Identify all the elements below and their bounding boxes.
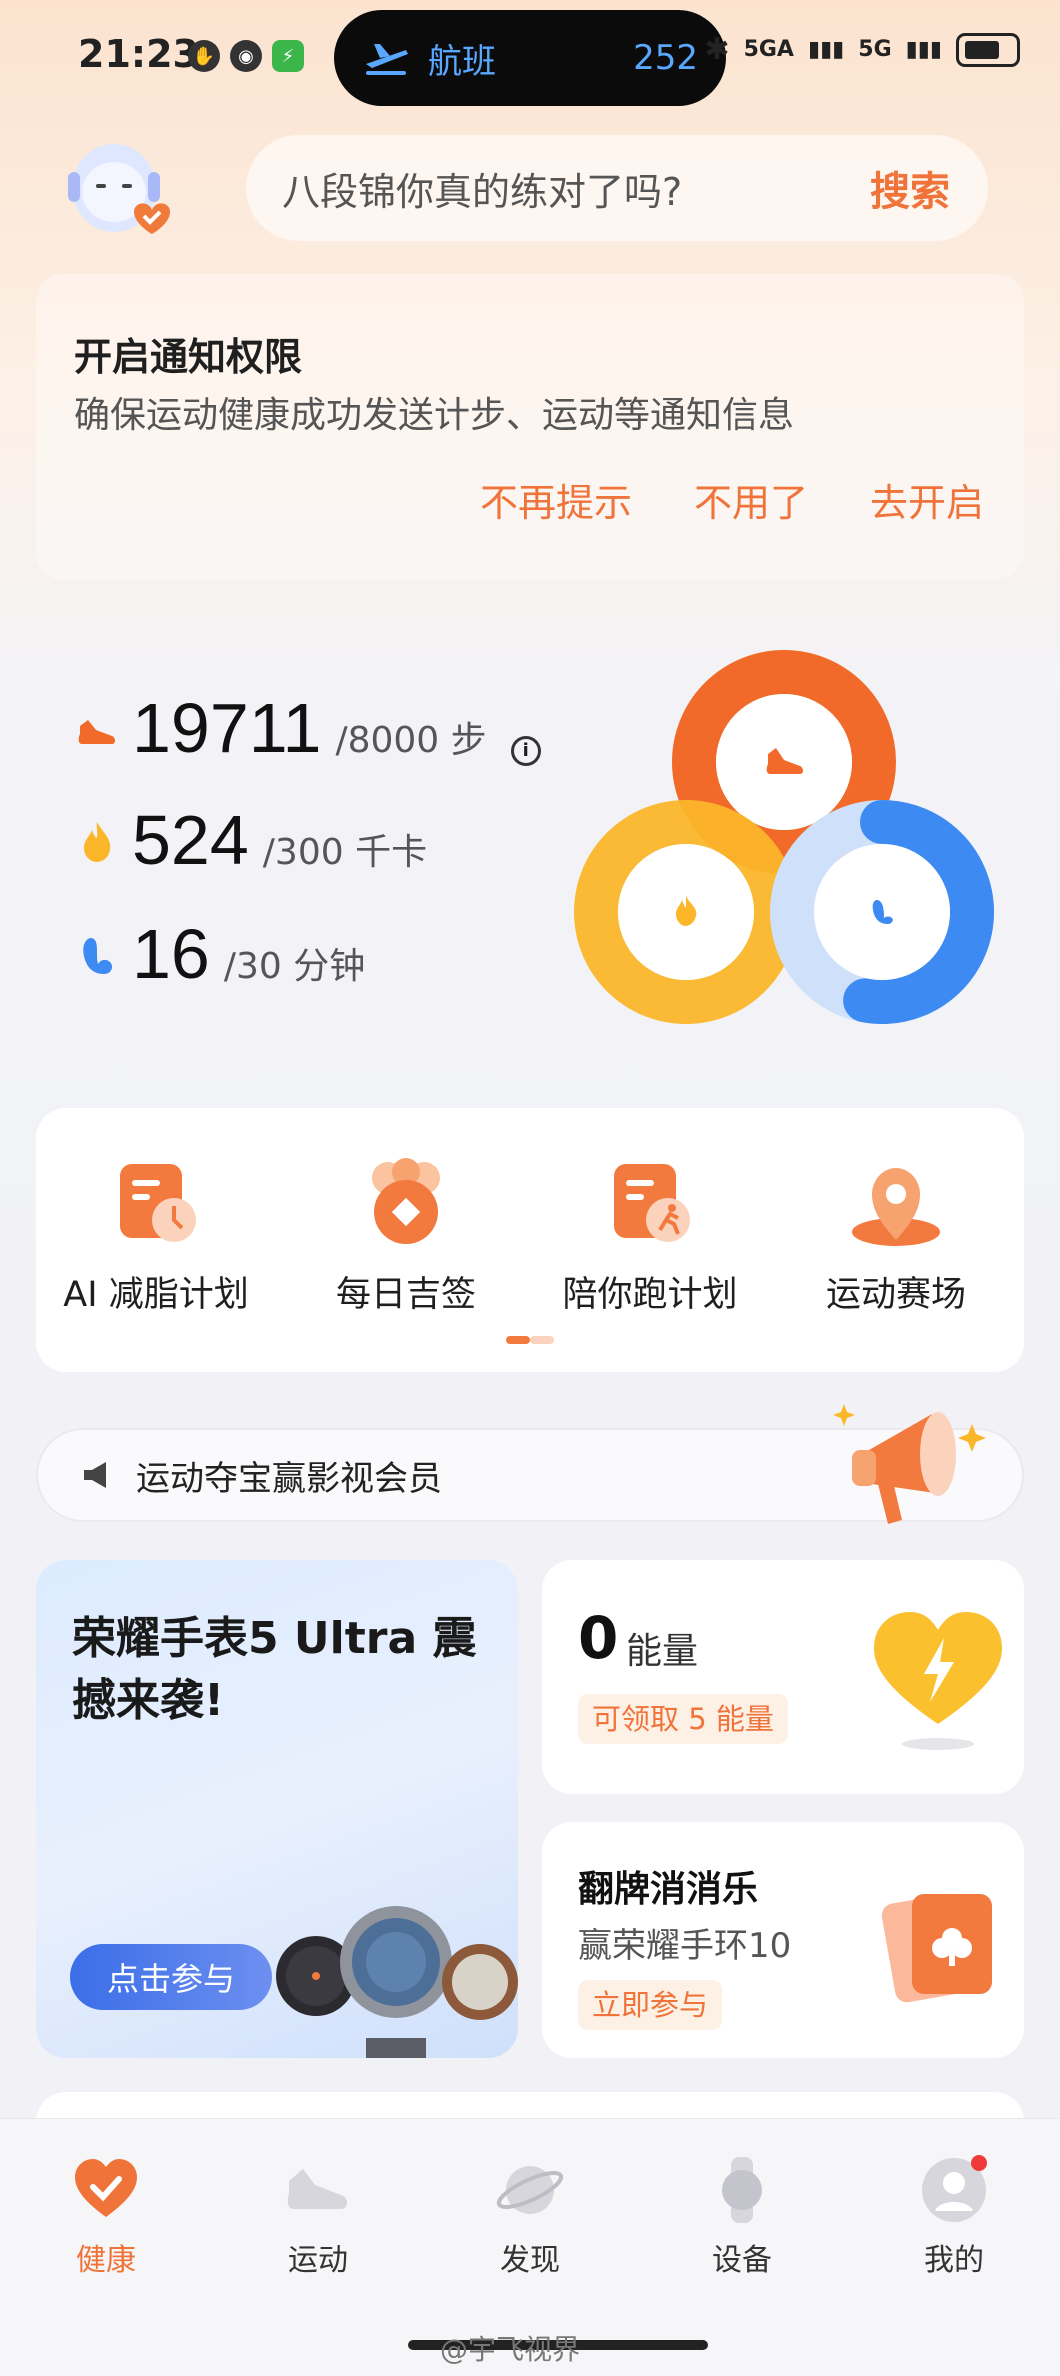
speaker-icon (84, 1462, 106, 1488)
feature-label: 每日吉签 (335, 1275, 476, 1315)
feature-label: 陪你跑计划 (562, 1275, 738, 1315)
bluetooth-icon: ✱ (704, 32, 730, 67)
notification-permission-card: 开启通知权限 确保运动健康成功发送计步、运动等通知信息 不再提示 不用了 去开启 (36, 274, 1024, 580)
no-thanks-button[interactable]: 不用了 (694, 472, 808, 527)
gesture-icon: ✋ (188, 40, 220, 72)
ai-plan-icon (120, 1164, 196, 1242)
signal-5ga: 5GA (743, 37, 794, 62)
heart-tab-icon (75, 2159, 137, 2217)
dont-remind-button[interactable]: 不再提示 (480, 472, 632, 527)
tab-label: 健康 (76, 2243, 136, 2278)
join-now-badge[interactable]: 立即参与 (578, 1980, 723, 2030)
card-deck-icon (881, 1893, 992, 2003)
banner-text: 运动夺宝赢影视会员 (136, 1458, 442, 1499)
feature-run-plan[interactable]: 陪你跑计划 (530, 1156, 770, 1317)
flame-icon (84, 822, 111, 862)
feature-grid: AI 减脂计划 每日吉签 陪你跑计划 运动赛场 (36, 1108, 1024, 1372)
page-indicator (506, 1336, 554, 1344)
notice-title: 开启通知权限 (74, 335, 303, 379)
minutes-value: 16 (132, 915, 210, 993)
promo-title: 荣耀手表5 Ultra 震撼来袭! (72, 1613, 477, 1726)
feature-ai-plan[interactable]: AI 减脂计划 (36, 1156, 276, 1317)
minutes-stat[interactable]: 16 /30 分钟 (76, 914, 365, 994)
tab-label: 运动 (288, 2243, 348, 2278)
app-notification-icon: ⚡ (272, 40, 304, 72)
muscle-icon (83, 938, 112, 974)
tab-health[interactable]: 健康 (0, 2155, 212, 2279)
watch-tab-icon (722, 2157, 762, 2223)
game-subtitle: 赢荣耀手环10 (578, 1926, 792, 1966)
calories-ring (574, 800, 798, 1024)
tab-label: 我的 (924, 2243, 984, 2278)
planet-tab-icon (496, 2166, 564, 2214)
card-game-card[interactable]: 翻牌消消乐 赢荣耀手环10 立即参与 (542, 1822, 1024, 2058)
participate-button[interactable]: 点击参与 (70, 1944, 272, 2010)
notice-actions: 不再提示 不用了 去开启 (480, 472, 984, 527)
megaphone-icon (833, 1404, 986, 1524)
shoe-icon (78, 720, 115, 744)
feature-daily-fortune[interactable]: 每日吉签 (286, 1156, 526, 1317)
run-plan-icon (614, 1164, 690, 1242)
minutes-goal: /30 分钟 (223, 946, 366, 987)
game-title: 翻牌消消乐 (578, 1869, 759, 1910)
feature-label: AI 减脂计划 (63, 1275, 249, 1315)
search-button[interactable]: 搜索 (870, 159, 950, 217)
notice-description: 确保运动健康成功发送计步、运动等通知信息 (74, 395, 795, 436)
tab-me[interactable]: 我的 (848, 2155, 1060, 2279)
tab-label: 发现 (500, 2243, 560, 2278)
calories-goal: /300 千卡 (262, 832, 428, 873)
flight-value: 252 (633, 38, 698, 78)
search-bar[interactable]: 八段锦你真的练对了吗? 搜索 (246, 135, 988, 241)
assistant-avatar-icon[interactable] (64, 132, 188, 244)
steps-goal: /8000 步 (335, 720, 487, 761)
sneaker-tab-icon (287, 2169, 347, 2209)
status-indicators: ✱ 5GA ▮▮▮ 5G ▮▮▮ (704, 32, 1020, 67)
search-placeholder[interactable]: 八段锦你真的练对了吗? (282, 161, 682, 216)
watch-promo-card[interactable]: 荣耀手表5 Ultra 震撼来袭! 点击参与 (36, 1560, 518, 2058)
page-dot (530, 1336, 554, 1344)
daily-fortune-icon (372, 1158, 440, 1244)
page-dot-active (506, 1336, 530, 1344)
energy-heart-icon (874, 1612, 1002, 1750)
tab-devices[interactable]: 设备 (636, 2155, 848, 2279)
watermark: @宇飞视界 (440, 2333, 581, 2366)
status-time: 21:23 (78, 32, 199, 76)
arena-icon (852, 1168, 940, 1246)
tab-discover[interactable]: 发现 (424, 2155, 636, 2279)
steps-value: 19711 (132, 689, 322, 767)
battery-icon (956, 32, 1020, 67)
claim-energy-badge[interactable]: 可领取 5 能量 (578, 1694, 788, 1744)
feature-label: 运动赛场 (825, 1275, 966, 1315)
minutes-ring (770, 800, 994, 1024)
energy-unit: 能量 (626, 1631, 699, 1672)
tab-label: 设备 (712, 2243, 772, 2278)
signal-bars-icon: ▮▮▮ (807, 37, 845, 62)
calories-value: 524 (132, 801, 249, 879)
profile-tab-icon (922, 2155, 987, 2222)
signal-bars-icon-2: ▮▮▮ (905, 37, 942, 62)
calories-stat[interactable]: 524 /300 千卡 (76, 800, 427, 880)
tab-exercise[interactable]: 运动 (212, 2155, 424, 2279)
info-icon[interactable]: i (510, 735, 541, 766)
flight-label: 航班 (428, 41, 496, 82)
watches-image (276, 1906, 518, 2058)
activity-rings[interactable] (574, 650, 994, 1050)
airplane-icon (366, 44, 408, 75)
audio-icon: ◉ (230, 40, 262, 72)
flight-live-activity[interactable]: 航班 252 (334, 10, 726, 106)
signal-5g: 5G (858, 37, 892, 62)
energy-card[interactable]: 0 能量 可领取 5 能量 (542, 1560, 1024, 1794)
enable-button[interactable]: 去开启 (870, 472, 984, 527)
feature-arena[interactable]: 运动赛场 (776, 1156, 1016, 1317)
energy-value: 0 (578, 1604, 619, 1672)
steps-stat[interactable]: 19711 /8000 步 i (76, 688, 541, 768)
